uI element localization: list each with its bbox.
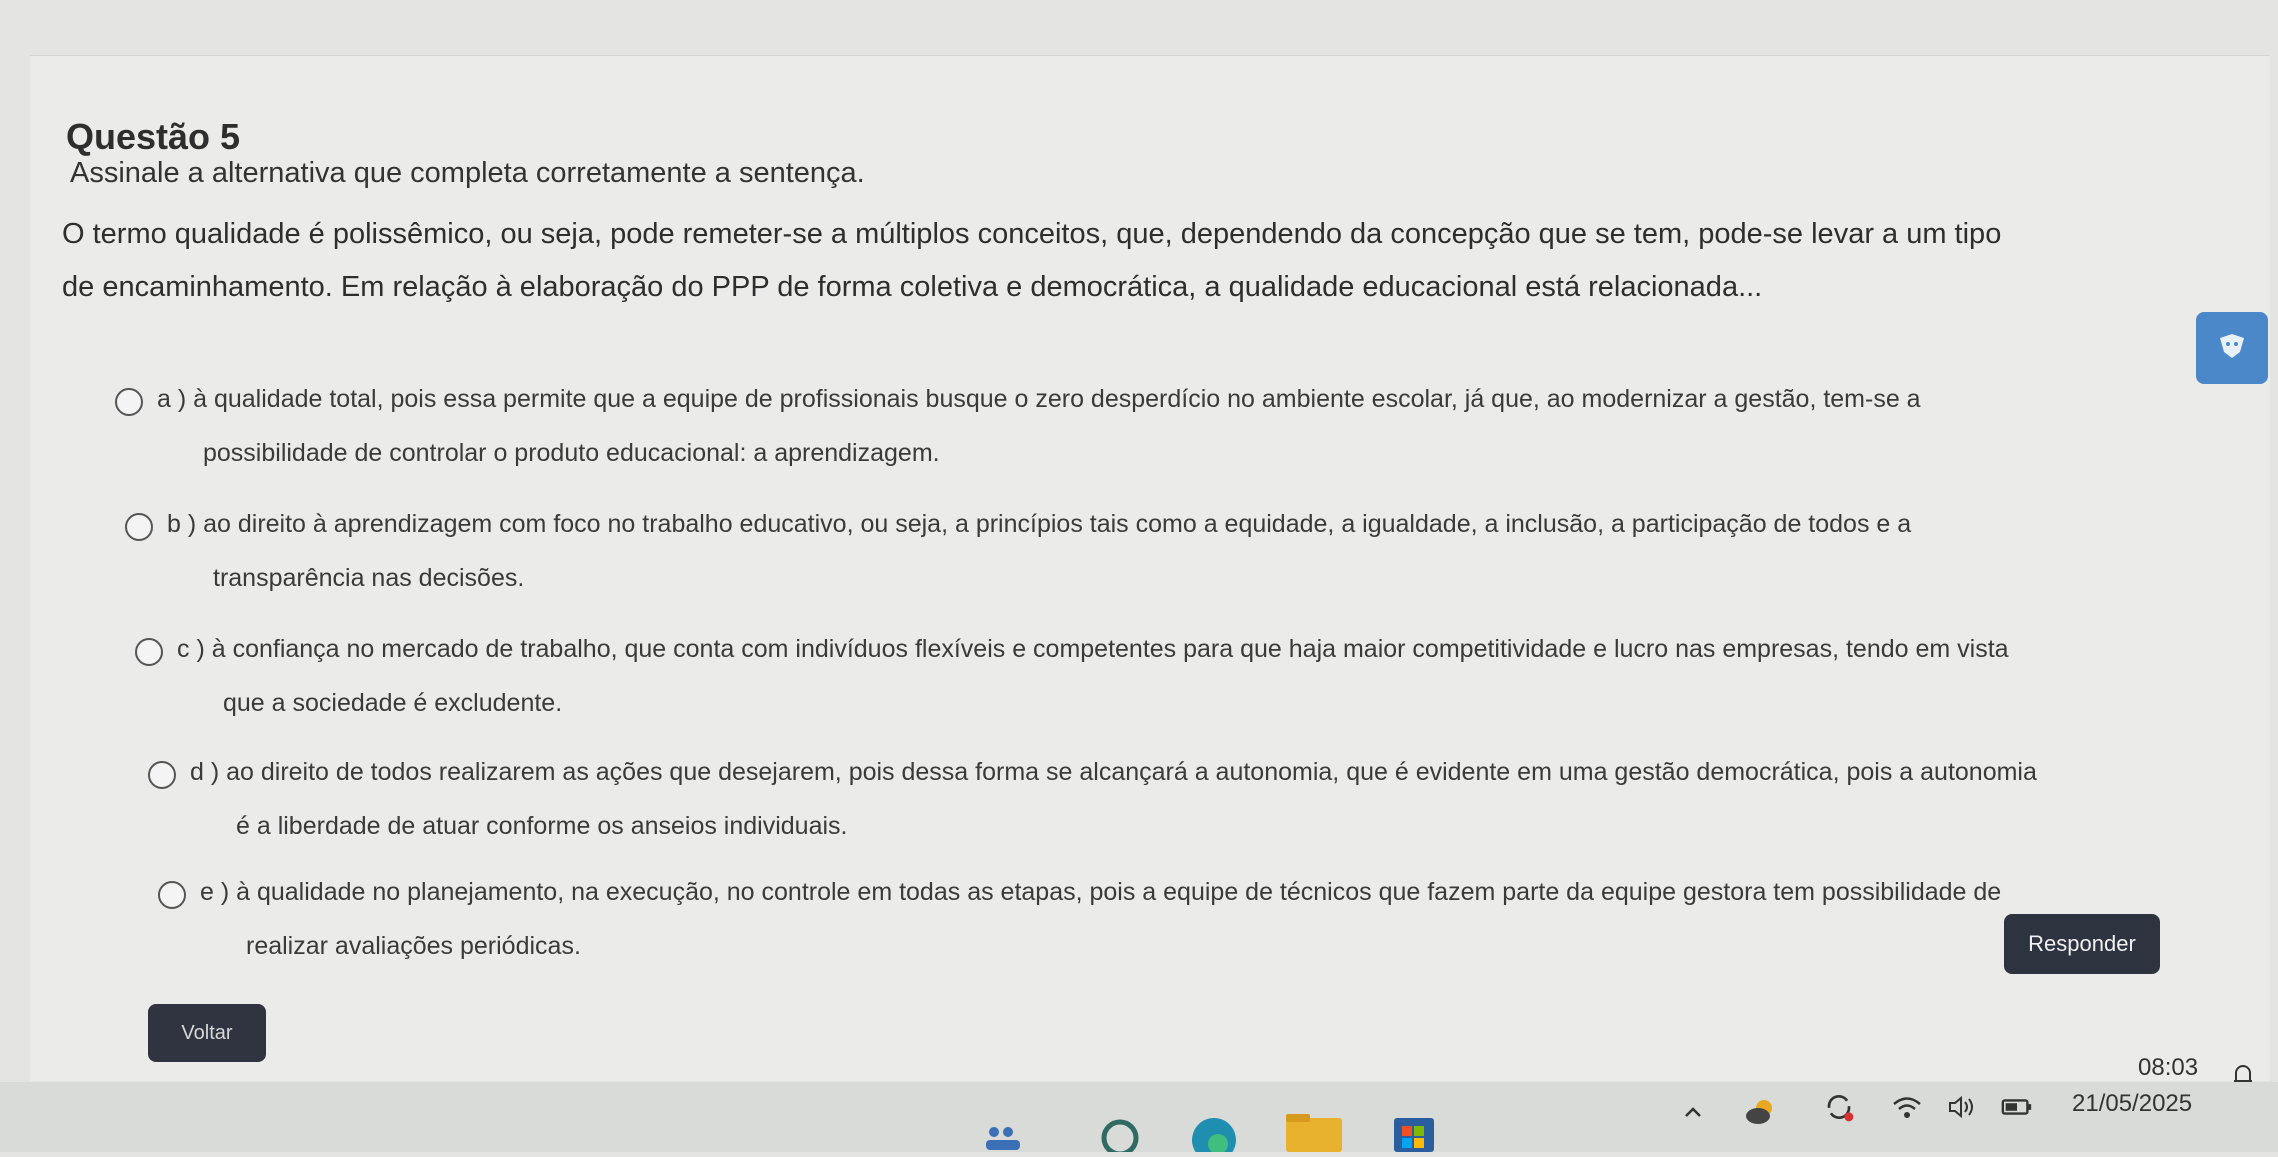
edge-browser-icon[interactable] <box>1184 1110 1244 1157</box>
chat-assistant-button[interactable] <box>2196 312 2268 384</box>
option-d-radio[interactable] <box>148 761 176 789</box>
option-a-text-line-2: possibilidade de controlar o produto edu… <box>203 439 940 467</box>
option-e-text-line-2: realizar avaliações periódicas. <box>246 932 581 960</box>
question-instruction: Assinale a alternativa que completa corr… <box>70 157 865 189</box>
battery-icon[interactable] <box>2000 1090 2034 1124</box>
option-d-text-line-2: é a liberdade de atuar conforme os ansei… <box>236 812 848 840</box>
option-c-text-line-2: que a sociedade é excludente. <box>223 689 563 717</box>
option-c-radio[interactable] <box>135 638 163 666</box>
store-icon[interactable] <box>1392 1110 1436 1152</box>
voltar-button[interactable]: Voltar <box>148 1004 266 1062</box>
option-a-text-line-1: a ) à qualidade total, pois essa permite… <box>157 385 1921 413</box>
chat-assistant-icon <box>2220 334 2244 358</box>
question-stem: O termo qualidade é polissêmico, ou seja… <box>62 208 2172 314</box>
file-explorer-icon[interactable] <box>1282 1110 1346 1152</box>
weather-icon[interactable] <box>1744 1094 1778 1128</box>
taskbar-app-icon[interactable] <box>980 1110 1040 1152</box>
option-e-radio[interactable] <box>158 881 186 909</box>
question-title: Questão 5 <box>66 116 241 157</box>
wifi-icon[interactable] <box>1890 1090 1924 1124</box>
taskbar-search-icon[interactable] <box>1088 1110 1158 1157</box>
option-d-text-line-1: d ) ao direito de todos realizarem as aç… <box>190 758 2037 786</box>
speaker-icon[interactable] <box>1944 1090 1978 1124</box>
responder-button[interactable]: Responder <box>2004 914 2160 974</box>
option-b-radio[interactable] <box>125 513 153 541</box>
notification-bell-icon[interactable] <box>2226 1058 2260 1092</box>
question-stem-line-2: de encaminhamento. Em relação à elaboraç… <box>62 271 1763 303</box>
option-b-text-line-2: transparência nas decisões. <box>213 564 525 592</box>
sync-icon[interactable] <box>1822 1090 1856 1124</box>
question-stem-line-1: O termo qualidade é polissêmico, ou seja… <box>62 218 2002 250</box>
chevron-up-icon[interactable] <box>1676 1096 1710 1130</box>
option-a-radio[interactable] <box>115 388 143 416</box>
clock-time[interactable]: 08:03 <box>2138 1054 2198 1082</box>
clock-date[interactable]: 21/05/2025 <box>2072 1090 2192 1118</box>
option-b-text-line-1: b ) ao direito à aprendizagem com foco n… <box>167 510 1912 538</box>
option-e-text-line-1: e ) à qualidade no planejamento, na exec… <box>200 878 2002 906</box>
option-c-text-line-1: c ) à confiança no mercado de trabalho, … <box>177 635 2009 663</box>
